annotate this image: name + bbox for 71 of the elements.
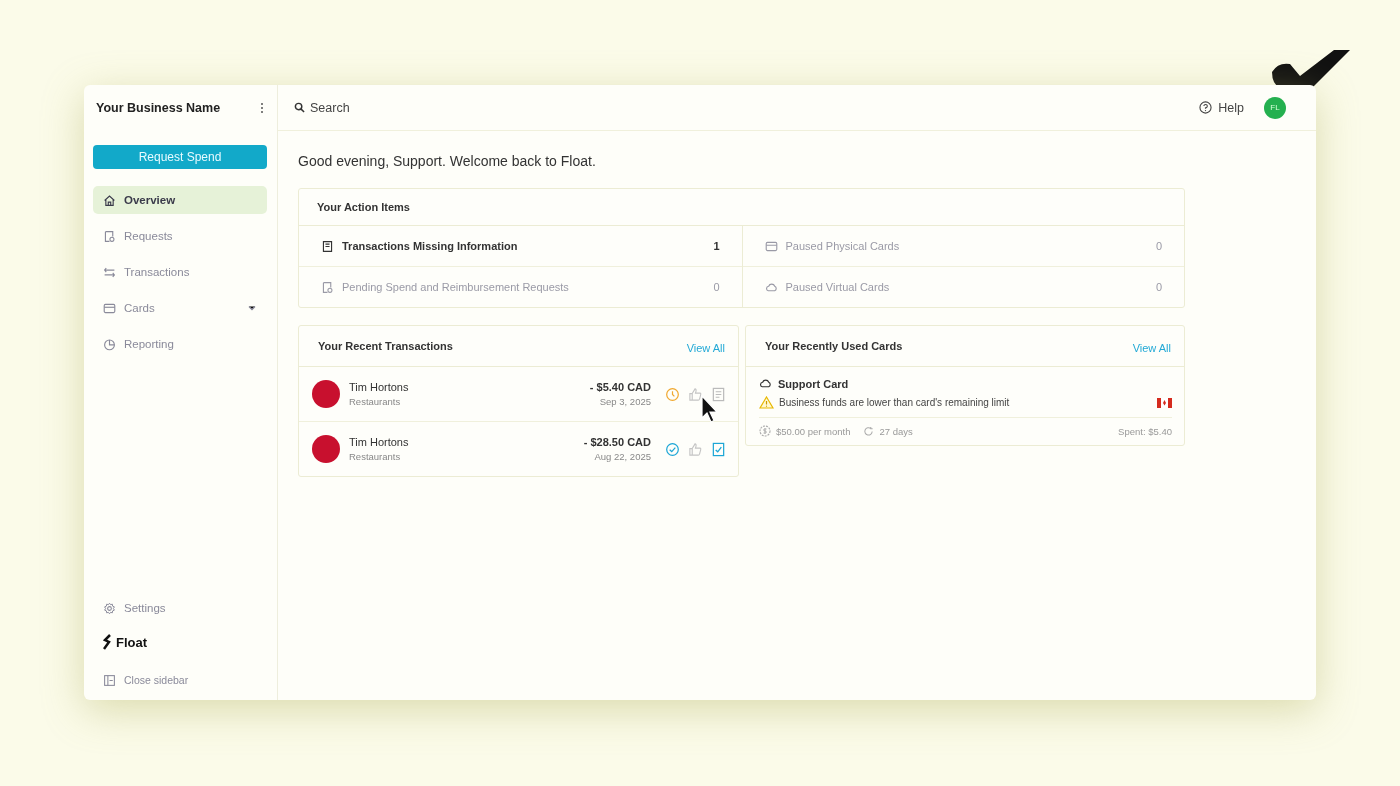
action-item-label: Paused Virtual Cards: [785, 281, 891, 293]
close-sidebar-button[interactable]: Close sidebar: [93, 666, 267, 694]
action-item-row[interactable]: Pending Spend and Reimbursement Requests 0: [299, 266, 742, 307]
action-item-count: 1: [713, 240, 720, 252]
transaction-amount: - $5.40 CAD: [589, 381, 651, 393]
merchant-category: Restaurants: [349, 451, 402, 462]
help-icon: [1199, 101, 1213, 114]
merchant-logo: [312, 380, 340, 408]
view-all-link[interactable]: View All: [686, 341, 725, 354]
card-icon: [103, 301, 116, 315]
thumbs-up-icon[interactable]: [688, 441, 703, 457]
warning-text: Business funds are lower than card's remaining limit: [779, 397, 1011, 408]
receipt-icon[interactable]: [711, 441, 726, 457]
action-item-label: Transactions Missing Information: [342, 240, 519, 252]
action-item-count: 0: [1155, 281, 1162, 293]
receipt-icon[interactable]: [711, 386, 726, 402]
warning-icon: [759, 396, 774, 409]
merchant-name: Tim Hortons: [349, 381, 410, 393]
view-all-link[interactable]: View All: [1132, 341, 1171, 354]
search-icon: [294, 102, 305, 113]
action-item-label: Paused Physical Cards: [785, 240, 901, 252]
transaction-date: Aug 22, 2025: [594, 451, 651, 462]
action-item-label: Pending Spend and Reimbursement Requests: [342, 281, 570, 293]
transaction-amount: - $28.50 CAD: [583, 436, 651, 448]
card-title: Your Recent Transactions: [318, 340, 453, 352]
nav-item[interactable]: Reporting: [93, 330, 267, 358]
nav-item[interactable]: Overview: [93, 186, 267, 214]
dollar-icon: [759, 425, 771, 437]
business-name: Your Business Name: [96, 100, 221, 115]
user-avatar[interactable]: FL: [1264, 96, 1286, 119]
transaction-date: Sep 3, 2025: [599, 396, 651, 407]
nav-item[interactable]: Cards: [93, 294, 267, 322]
thumbs-up-icon[interactable]: [688, 386, 703, 402]
action-item-row[interactable]: Paused Physical Cards 0: [742, 226, 1184, 266]
action-item-row[interactable]: Paused Virtual Cards 0: [742, 266, 1184, 307]
logo-icon: [1272, 50, 1350, 88]
merchant-logo: [312, 435, 340, 463]
request-spend-button[interactable]: Request Spend: [93, 145, 267, 169]
merchant-name: Tim Hortons: [349, 436, 410, 448]
action-item-count: 0: [713, 281, 720, 293]
action-item-row[interactable]: Transactions Missing Information 1: [299, 226, 742, 266]
sidebar-icon: [103, 673, 116, 687]
refresh-icon: [863, 425, 875, 437]
card-limit: $50.00 per month: [776, 425, 851, 437]
flag-icon: [1157, 397, 1172, 408]
home-icon: [103, 193, 116, 207]
nav-item[interactable]: Transactions: [93, 258, 267, 286]
document-icon: [321, 280, 334, 294]
nav-item[interactable]: Requests: [93, 222, 267, 250]
search-button[interactable]: Search: [294, 100, 350, 115]
pie-chart-icon: [103, 337, 116, 351]
settings-icon: [103, 601, 116, 615]
document-icon: [103, 229, 116, 243]
document-icon: [321, 239, 334, 253]
brand-logo-icon: [103, 634, 112, 650]
card-icon: [764, 239, 778, 253]
card-name[interactable]: Support Card: [778, 377, 849, 390]
settings-item[interactable]: Settings: [93, 594, 267, 622]
arrows-icon: [103, 265, 116, 279]
card-title: Your Action Items: [317, 201, 410, 213]
merchant-category: Restaurants: [349, 396, 402, 407]
cloud-icon: [759, 377, 772, 390]
card-spent: Spent: $5.40: [1118, 425, 1172, 437]
card-reset-period: 27 days: [879, 425, 913, 437]
chevron-icon: [247, 303, 257, 313]
brand-name: Float: [116, 634, 148, 650]
greeting-text: Good evening, Support. Welcome back to Float.: [298, 153, 597, 169]
card-title: Your Recently Used Cards: [765, 340, 903, 352]
action-item-count: 0: [1155, 240, 1162, 252]
more-icon[interactable]: [260, 101, 264, 114]
help-button[interactable]: Help: [1193, 99, 1250, 116]
